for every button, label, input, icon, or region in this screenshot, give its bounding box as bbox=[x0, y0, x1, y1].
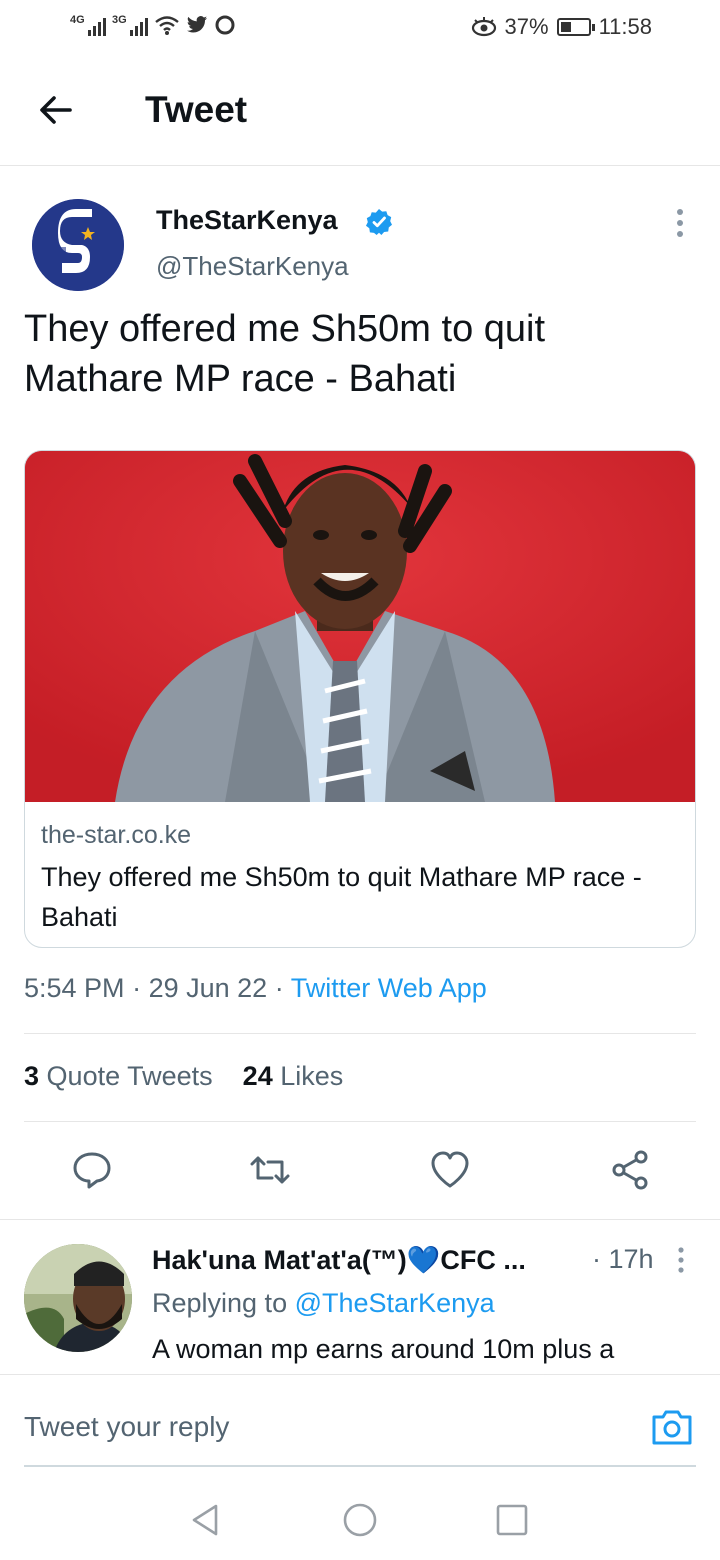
like-label: Likes bbox=[280, 1061, 344, 1091]
nav-home-icon[interactable] bbox=[340, 1500, 380, 1540]
status-right: 37% 11:58 bbox=[471, 14, 652, 40]
composer-underline bbox=[24, 1465, 696, 1467]
network-label-2: 3G bbox=[112, 14, 127, 26]
tweet-text: They offered me Sh50m to quit Mathare MP… bbox=[24, 308, 546, 400]
card-domain: the-star.co.ke bbox=[41, 821, 192, 849]
reply-composer: Tweet your reply bbox=[0, 1374, 720, 1484]
network-label-1: 4G bbox=[70, 14, 85, 26]
retweet-icon[interactable] bbox=[248, 1148, 292, 1192]
camera-icon[interactable] bbox=[650, 1407, 694, 1447]
quote-label: Quote Tweets bbox=[46, 1061, 213, 1091]
divider bbox=[24, 1121, 696, 1122]
top-header: Tweet bbox=[0, 56, 720, 166]
tweet-actions bbox=[0, 1148, 720, 1198]
quote-count: 3 bbox=[24, 1061, 40, 1091]
author-name[interactable]: TheStarKenya bbox=[156, 205, 338, 236]
tweet-stats: 3 Quote Tweets 24 Likes bbox=[24, 1061, 343, 1092]
quote-tweets-stat[interactable]: 3 Quote Tweets bbox=[24, 1061, 213, 1091]
reply-icon[interactable] bbox=[70, 1148, 114, 1192]
battery-percent: 37% bbox=[504, 14, 549, 39]
author-avatar[interactable] bbox=[32, 199, 124, 291]
portrait-illustration bbox=[25, 451, 695, 802]
wifi-icon bbox=[155, 16, 179, 35]
status-bar: 4G 3G 37% 11:58 bbox=[0, 0, 720, 56]
reply-avatar-photo bbox=[24, 1244, 132, 1352]
share-icon[interactable] bbox=[608, 1148, 652, 1192]
card-title: They offered me Sh50m to quit Mathare MP… bbox=[41, 862, 642, 932]
eye-comfort-icon bbox=[471, 17, 496, 37]
tweet-time: 5:54 PM bbox=[24, 973, 125, 1003]
more-vertical-icon[interactable] bbox=[672, 1246, 690, 1274]
battery-icon bbox=[556, 18, 595, 36]
tweet-date: 29 Jun 22 bbox=[148, 973, 268, 1003]
divider bbox=[24, 1033, 696, 1034]
verified-badge-icon bbox=[366, 209, 392, 235]
divider bbox=[0, 1219, 720, 1220]
card-image bbox=[25, 451, 695, 802]
reply-text: A woman mp earns around 10m plus a bbox=[152, 1334, 615, 1364]
arrow-left-icon[interactable] bbox=[36, 90, 76, 130]
tweet-meta: 5:54 PM · 29 Jun 22 · Twitter Web App bbox=[24, 973, 487, 1004]
sync-circle-icon bbox=[215, 15, 235, 35]
replying-to: Replying to @TheStarKenya bbox=[152, 1288, 495, 1319]
like-icon[interactable] bbox=[428, 1148, 472, 1192]
signal-4g-icon: 4G bbox=[70, 14, 106, 36]
reply-author-name[interactable]: Hak'una Mat'at'a(™)💙CFC ... bbox=[152, 1244, 592, 1276]
twitter-bird-icon bbox=[186, 16, 208, 33]
replying-handle-link[interactable]: @TheStarKenya bbox=[295, 1288, 495, 1318]
link-card[interactable]: the-star.co.ke They offered me Sh50m to … bbox=[24, 450, 696, 948]
system-nav-bar bbox=[0, 1484, 720, 1560]
page-title: Tweet bbox=[145, 89, 248, 130]
status-left: 4G 3G bbox=[70, 14, 236, 36]
like-count: 24 bbox=[242, 1061, 273, 1091]
reply-time: · 17h bbox=[592, 1244, 654, 1274]
reply-avatar[interactable] bbox=[24, 1244, 132, 1352]
more-vertical-icon[interactable] bbox=[668, 208, 692, 238]
likes-stat[interactable]: 24 Likes bbox=[243, 1061, 344, 1091]
clock: 11:58 bbox=[598, 14, 652, 39]
meta-separator: · bbox=[132, 973, 149, 1003]
nav-back-icon[interactable] bbox=[186, 1500, 226, 1540]
the-star-logo bbox=[32, 199, 124, 291]
author-handle[interactable]: @TheStarKenya bbox=[156, 251, 349, 282]
signal-3g-icon: 3G bbox=[112, 14, 148, 36]
tweet-source-link[interactable]: Twitter Web App bbox=[291, 973, 487, 1003]
meta-separator: · bbox=[274, 973, 291, 1003]
replying-prefix: Replying to bbox=[152, 1288, 288, 1318]
nav-recents-icon[interactable] bbox=[492, 1500, 532, 1540]
reply-input[interactable]: Tweet your reply bbox=[24, 1411, 229, 1443]
